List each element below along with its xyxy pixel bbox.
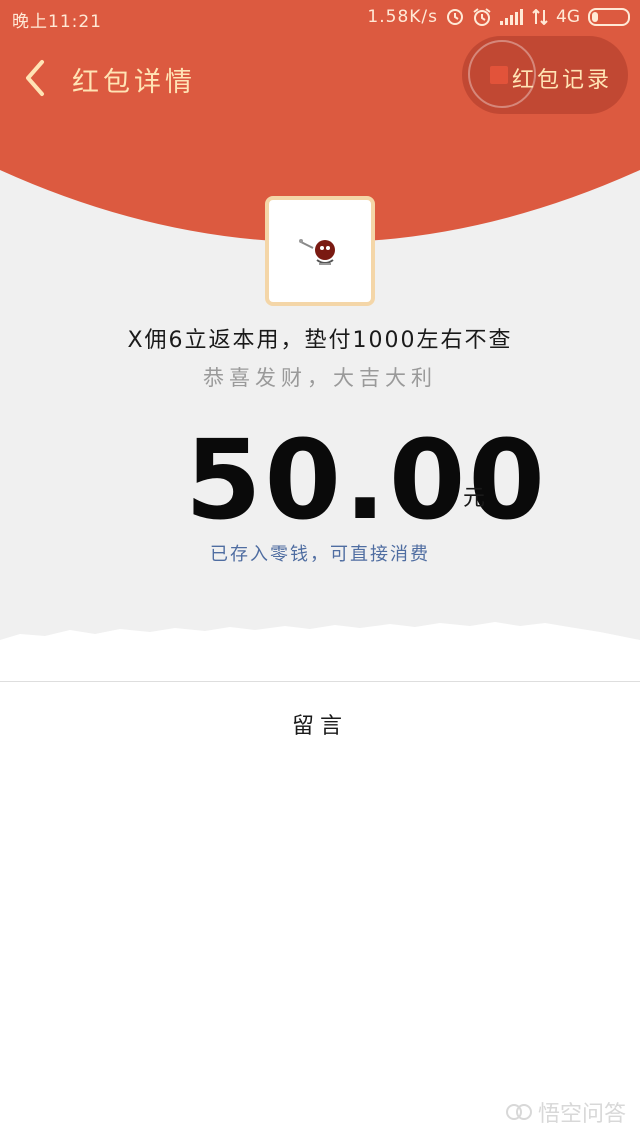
chevron-left-icon — [26, 60, 44, 96]
amount-value: 50.00 — [185, 416, 548, 544]
greeting-text: 恭喜发财，大吉大利 — [203, 366, 437, 390]
network-speed: 1.58K/s — [367, 7, 438, 27]
battery-icon — [588, 8, 630, 26]
records-label: 红包记录 — [512, 68, 613, 93]
divider — [0, 681, 640, 682]
data-arrows-icon — [532, 9, 548, 25]
status-bar: 晚上11:21 1.58K/s 4G — [0, 0, 640, 36]
signal-icon — [500, 9, 523, 25]
nav-bar: 红包详情 红包记录 — [0, 36, 640, 120]
watermark-text: 悟空问答 — [537, 1102, 626, 1127]
status-icons: 1.58K/s 4G — [367, 7, 630, 27]
records-button[interactable]: 红包记录 — [462, 36, 628, 114]
sender-message: X佣6立返本用，垫付1000左右不查 — [127, 328, 513, 353]
torn-paper-edge — [0, 622, 640, 682]
message-label: 留言 — [291, 714, 348, 739]
avatar-image — [299, 239, 335, 265]
status-time: 晚上11:21 — [12, 12, 102, 32]
alarm-icon — [473, 8, 491, 26]
amount-unit: 元 — [463, 486, 486, 511]
watermark: 悟空问答 — [505, 1096, 626, 1128]
sync-icon — [447, 9, 463, 25]
sender-avatar[interactable] — [265, 196, 375, 306]
records-icon — [490, 66, 508, 84]
deposit-link[interactable]: 已存入零钱，可直接消费 — [0, 540, 640, 566]
page-title: 红包详情 — [72, 67, 196, 98]
watermark-logo-icon — [505, 1104, 532, 1120]
network-type: 4G — [556, 7, 580, 27]
back-button[interactable] — [18, 56, 58, 100]
